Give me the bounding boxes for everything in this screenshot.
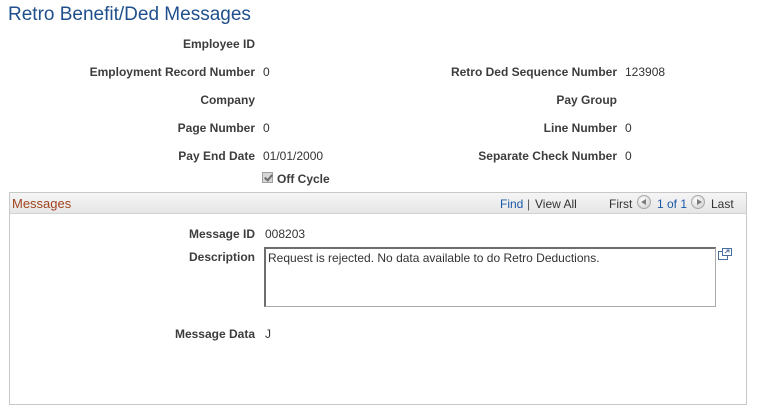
off-cycle-checkbox	[262, 172, 273, 183]
message-data-value: J	[265, 327, 271, 341]
last-label: Last	[711, 197, 734, 211]
message-data-label: Message Data	[174, 327, 255, 341]
retro-ded-seq-label: Retro Ded Sequence Number	[450, 65, 617, 79]
page-title: Retro Benefit/Ded Messages	[8, 4, 251, 25]
line-number-value: 0	[625, 121, 632, 135]
next-arrow-icon[interactable]	[691, 195, 705, 209]
description-textarea[interactable]: Request is rejected. No data available t…	[264, 247, 716, 307]
messages-grid-title: Messages	[12, 196, 72, 211]
page-number-value: 0	[263, 121, 270, 135]
line-number-label: Line Number	[543, 121, 617, 135]
off-cycle-label: Off Cycle	[277, 172, 330, 186]
nav-separator: |	[527, 197, 531, 211]
pay-end-date-value: 01/01/2000	[263, 149, 324, 163]
message-id-label: Message ID	[188, 227, 255, 241]
description-label: Description	[188, 250, 255, 264]
separate-check-value: 0	[625, 149, 632, 163]
employment-record-value: 0	[263, 65, 270, 79]
find-link[interactable]: Find	[500, 197, 523, 211]
pay-end-date-label: Pay End Date	[178, 149, 255, 163]
expand-icon[interactable]	[718, 248, 732, 260]
first-label: First	[609, 197, 633, 211]
row-count: 1 of 1	[657, 197, 688, 211]
messages-grid-header: Messages Find | View All First 1 of 1 La…	[10, 193, 746, 214]
prev-arrow-icon[interactable]	[637, 195, 651, 209]
view-all-link[interactable]: View All	[535, 197, 577, 211]
company-label: Company	[200, 93, 255, 107]
retro-ded-seq-value: 123908	[625, 65, 666, 79]
employee-id-label: Employee ID	[182, 37, 255, 51]
pay-group-label: Pay Group	[556, 93, 617, 107]
message-id-value: 008203	[265, 227, 306, 241]
page-number-label: Page Number	[177, 121, 255, 135]
separate-check-label: Separate Check Number	[478, 149, 617, 163]
employment-record-label: Employment Record Number	[89, 65, 255, 79]
